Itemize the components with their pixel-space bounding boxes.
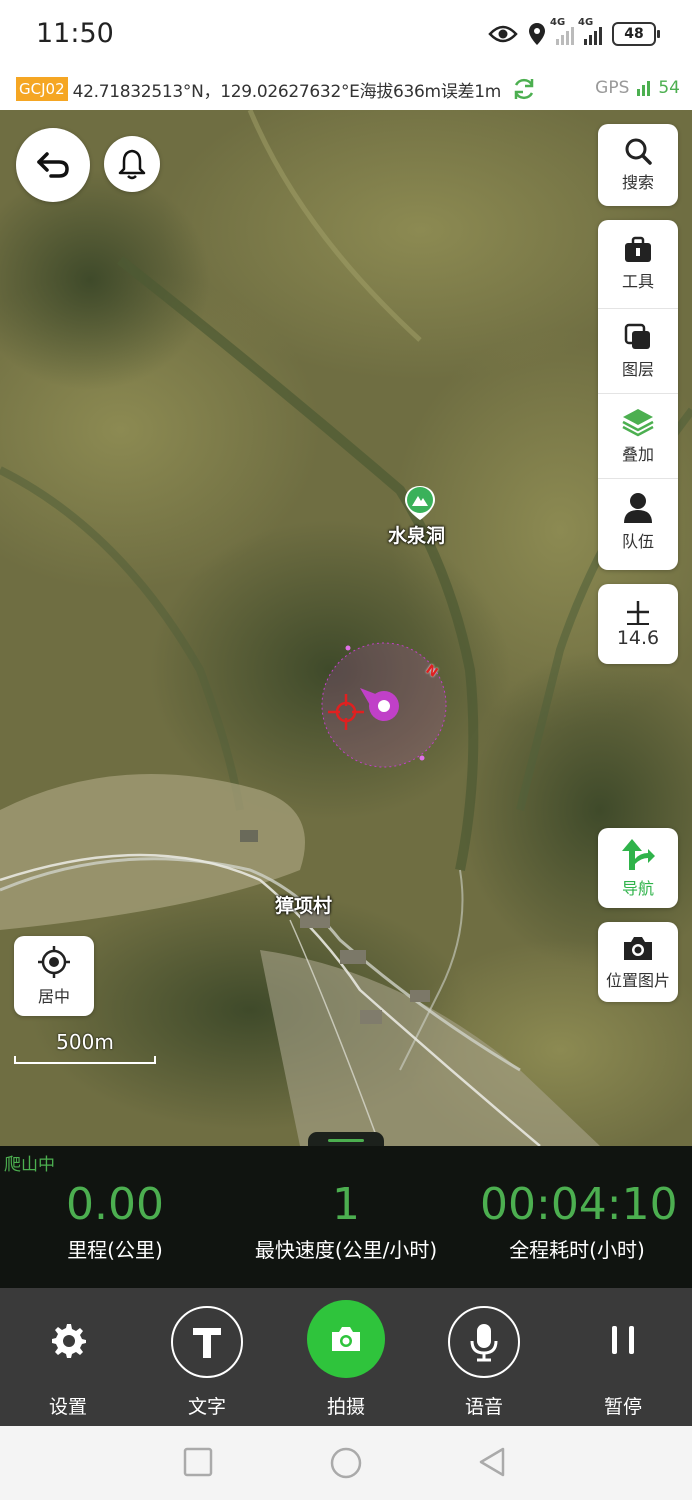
poi-marker-icon[interactable] xyxy=(403,484,437,522)
person-icon xyxy=(624,493,652,523)
max-speed-value: 1 xyxy=(332,1179,360,1230)
distance-value: 0.00 xyxy=(66,1179,164,1230)
pause-icon xyxy=(612,1326,634,1354)
coordinate-readout: 42.71832513°N，129.02627632°E海拔636m误差1m xyxy=(72,81,502,102)
status-icons: 4G 4G 48 xyxy=(488,17,660,50)
settings-label: 设置 xyxy=(48,1396,87,1418)
search-label: 搜索 xyxy=(621,173,654,192)
satellite-map[interactable]: 搜索 工具 图层 叠加 队伍 14.6 水泉洞 獐项村 N 导航 位置图片 居中… xyxy=(0,110,692,1146)
tools-label: 工具 xyxy=(621,272,654,291)
capture-icon-wrap xyxy=(307,1300,385,1378)
bottom-toolbar: 设置 文字 拍摄 语音 暂停 xyxy=(0,1288,692,1426)
capture-button[interactable]: 拍摄 xyxy=(286,1288,406,1426)
capture-label: 拍摄 xyxy=(326,1396,365,1418)
navigate-label: 导航 xyxy=(621,879,654,898)
zoom-in-icon xyxy=(627,601,649,625)
text-icon-wrap xyxy=(171,1306,243,1378)
clock: 11:50 xyxy=(36,18,114,49)
text-label: 文字 xyxy=(187,1396,226,1418)
layers-icon xyxy=(624,323,650,349)
distance-stat: 0.00 里程(公里) xyxy=(30,1178,200,1263)
location-pin-icon xyxy=(529,23,545,45)
home-icon[interactable] xyxy=(329,1446,363,1480)
activity-mode: 爬山中 xyxy=(4,1155,55,1175)
current-location-marker xyxy=(321,642,447,768)
gps-signal-icon xyxy=(637,80,651,96)
team-label: 队伍 xyxy=(621,532,654,551)
duration-value: 00:04:10 xyxy=(480,1179,678,1230)
notification-button[interactable] xyxy=(104,136,160,192)
track-stats-panel: 爬山中 0.00 里程(公里) 1 最快速度(公里/小时) 00:04:10 全… xyxy=(0,1146,692,1288)
cell-signal-1-icon: 4G xyxy=(550,17,574,45)
team-button[interactable]: 队伍 xyxy=(598,479,678,563)
tools-button[interactable]: 工具 xyxy=(598,220,678,309)
distance-label: 里程(公里) xyxy=(67,1238,163,1262)
camera-icon xyxy=(624,937,652,960)
microphone-icon xyxy=(470,1324,498,1362)
layers-button[interactable]: 图层 xyxy=(598,309,678,394)
system-navigation-bar xyxy=(0,1426,692,1500)
text-icon xyxy=(193,1328,221,1358)
pause-button[interactable]: 暂停 xyxy=(563,1288,683,1426)
toolbox-icon xyxy=(625,236,651,262)
eye-icon xyxy=(488,25,518,43)
center-label: 居中 xyxy=(37,987,70,1006)
scale-label: 500m xyxy=(56,1030,114,1054)
navigation-arrow-icon xyxy=(622,839,655,870)
max-speed-stat: 1 最快速度(公里/小时) xyxy=(236,1178,456,1263)
tools-panel: 工具 图层 叠加 队伍 xyxy=(598,220,678,570)
pause-icon-wrap xyxy=(589,1306,657,1374)
crosshair-icon xyxy=(38,946,70,978)
system-status-bar: 11:50 4G 4G 48 xyxy=(0,0,692,68)
settings-button[interactable]: 设置 xyxy=(8,1288,128,1426)
duration-stat: 00:04:10 全程耗时(小时) xyxy=(480,1178,678,1263)
location-photo-button[interactable]: 位置图片 xyxy=(598,922,678,1002)
search-panel: 搜索 xyxy=(598,124,678,206)
coordinate-system-badge: GCJ02 xyxy=(16,77,68,101)
location-photo-label: 位置图片 xyxy=(605,971,670,990)
settings-icon-wrap xyxy=(34,1306,102,1374)
gps-status: GPS 54 xyxy=(595,78,680,98)
cell-signal-2-icon: 4G xyxy=(578,17,602,45)
camera-icon xyxy=(332,1327,360,1351)
gps-satellite-count: 54 xyxy=(658,78,680,98)
voice-button[interactable]: 语音 xyxy=(424,1288,544,1426)
voice-label: 语音 xyxy=(464,1396,503,1418)
gear-icon xyxy=(52,1324,86,1358)
pause-label: 暂停 xyxy=(603,1396,642,1418)
zoom-level: 14.6 xyxy=(616,627,660,649)
undo-arrow-icon xyxy=(37,152,69,178)
battery-indicator: 48 xyxy=(612,22,660,46)
layers-label: 图层 xyxy=(621,360,654,379)
max-speed-label: 最快速度(公里/小时) xyxy=(254,1238,438,1262)
scale-bar xyxy=(14,1056,156,1064)
stack-overlay-icon xyxy=(622,409,654,437)
back-nav-icon[interactable] xyxy=(476,1446,508,1478)
navigate-button[interactable]: 导航 xyxy=(598,828,678,908)
map-scale: 500m xyxy=(14,1030,156,1064)
place-label-shuiquandong[interactable]: 水泉洞 xyxy=(388,521,445,548)
refresh-icon[interactable] xyxy=(511,76,537,102)
overlay-label: 叠加 xyxy=(621,445,654,464)
coordinate-bar: GCJ02 42.71832513°N，129.02627632°E海拔636m… xyxy=(0,68,692,110)
search-icon xyxy=(625,138,652,165)
voice-icon-wrap xyxy=(448,1306,520,1378)
place-label-zhangxiangcun[interactable]: 獐项村 xyxy=(275,891,332,918)
bell-icon xyxy=(118,149,146,180)
recent-apps-icon[interactable] xyxy=(182,1446,214,1478)
center-location-button[interactable]: 居中 xyxy=(14,936,94,1016)
back-button[interactable] xyxy=(16,128,90,202)
satellite-terrain xyxy=(0,110,692,1146)
zoom-control[interactable]: 14.6 xyxy=(598,584,678,664)
gps-label: GPS xyxy=(595,78,630,98)
duration-label: 全程耗时(小时) xyxy=(509,1238,645,1262)
search-button[interactable]: 搜索 xyxy=(598,124,678,206)
overlay-button[interactable]: 叠加 xyxy=(598,394,678,479)
text-button[interactable]: 文字 xyxy=(147,1288,267,1426)
